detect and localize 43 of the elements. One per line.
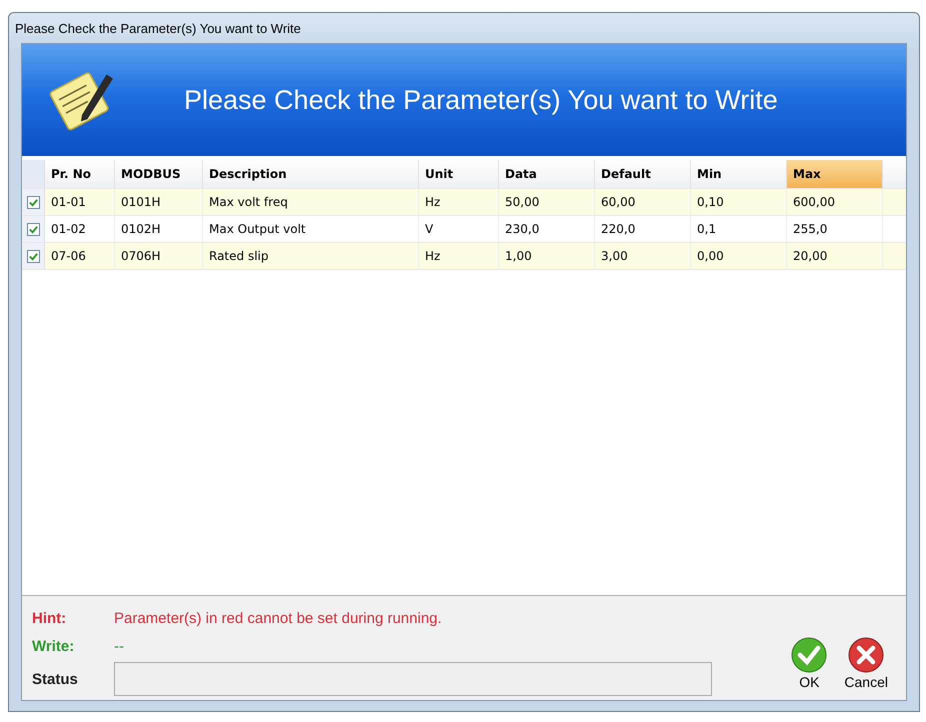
cancel-button[interactable]: Cancel [840, 636, 892, 690]
checkbox[interactable] [26, 250, 40, 262]
table-cell: 220,0 [595, 216, 691, 242]
table-cell: 01-02 [45, 216, 115, 242]
column-header[interactable]: Data [499, 160, 595, 188]
table-cell: Hz [419, 189, 499, 215]
column-header[interactable]: Description [203, 160, 419, 188]
table-cell: 50,00 [499, 189, 595, 215]
column-header[interactable]: Max [787, 160, 883, 188]
table-cell: 255,0 [787, 216, 883, 242]
table-cell: 3,00 [595, 243, 691, 269]
table-cell: 1,00 [499, 243, 595, 269]
hint-text: Parameter(s) in red cannot be set during running. [114, 610, 442, 626]
table-cell: Rated slip [203, 243, 419, 269]
table-cell: 0,10 [691, 189, 787, 215]
checkbox[interactable] [26, 196, 40, 208]
table-cell: 60,00 [595, 189, 691, 215]
hint-label: Hint: [32, 610, 68, 626]
table-cell: 0101H [115, 189, 203, 215]
checkbox[interactable] [26, 222, 40, 236]
column-header[interactable]: Unit [419, 160, 499, 188]
table-cell: Max volt freq [203, 189, 419, 215]
column-header[interactable]: Pr. No [45, 160, 115, 188]
table-cell: 20,00 [787, 243, 883, 269]
write-value: -- [114, 638, 124, 654]
table-cell: Max Output volt [203, 216, 419, 242]
column-header[interactable]: MODBUS [115, 160, 203, 188]
table-cell: 0706H [115, 243, 203, 269]
table-cell: 07-06 [45, 243, 115, 269]
table-cell: 0,1 [691, 216, 787, 242]
ok-button[interactable]: OK [786, 636, 832, 690]
table-cell: 01-01 [45, 189, 115, 215]
column-header[interactable]: Default [595, 160, 691, 188]
table-cell: 600,00 [787, 189, 883, 215]
window-title: Please Check the Parameter(s) You want to Write [15, 20, 301, 36]
table-cell: Hz [419, 243, 499, 269]
banner-title: Please Check the Parameter(s) You want to Write [184, 84, 778, 116]
table-cell: 0102H [115, 216, 203, 242]
write-label: Write: [32, 638, 76, 654]
table-cell: 0,00 [691, 243, 787, 269]
table-cell: V [419, 216, 499, 242]
status-label: Status [32, 670, 79, 688]
table-cell: 230,0 [499, 216, 595, 242]
